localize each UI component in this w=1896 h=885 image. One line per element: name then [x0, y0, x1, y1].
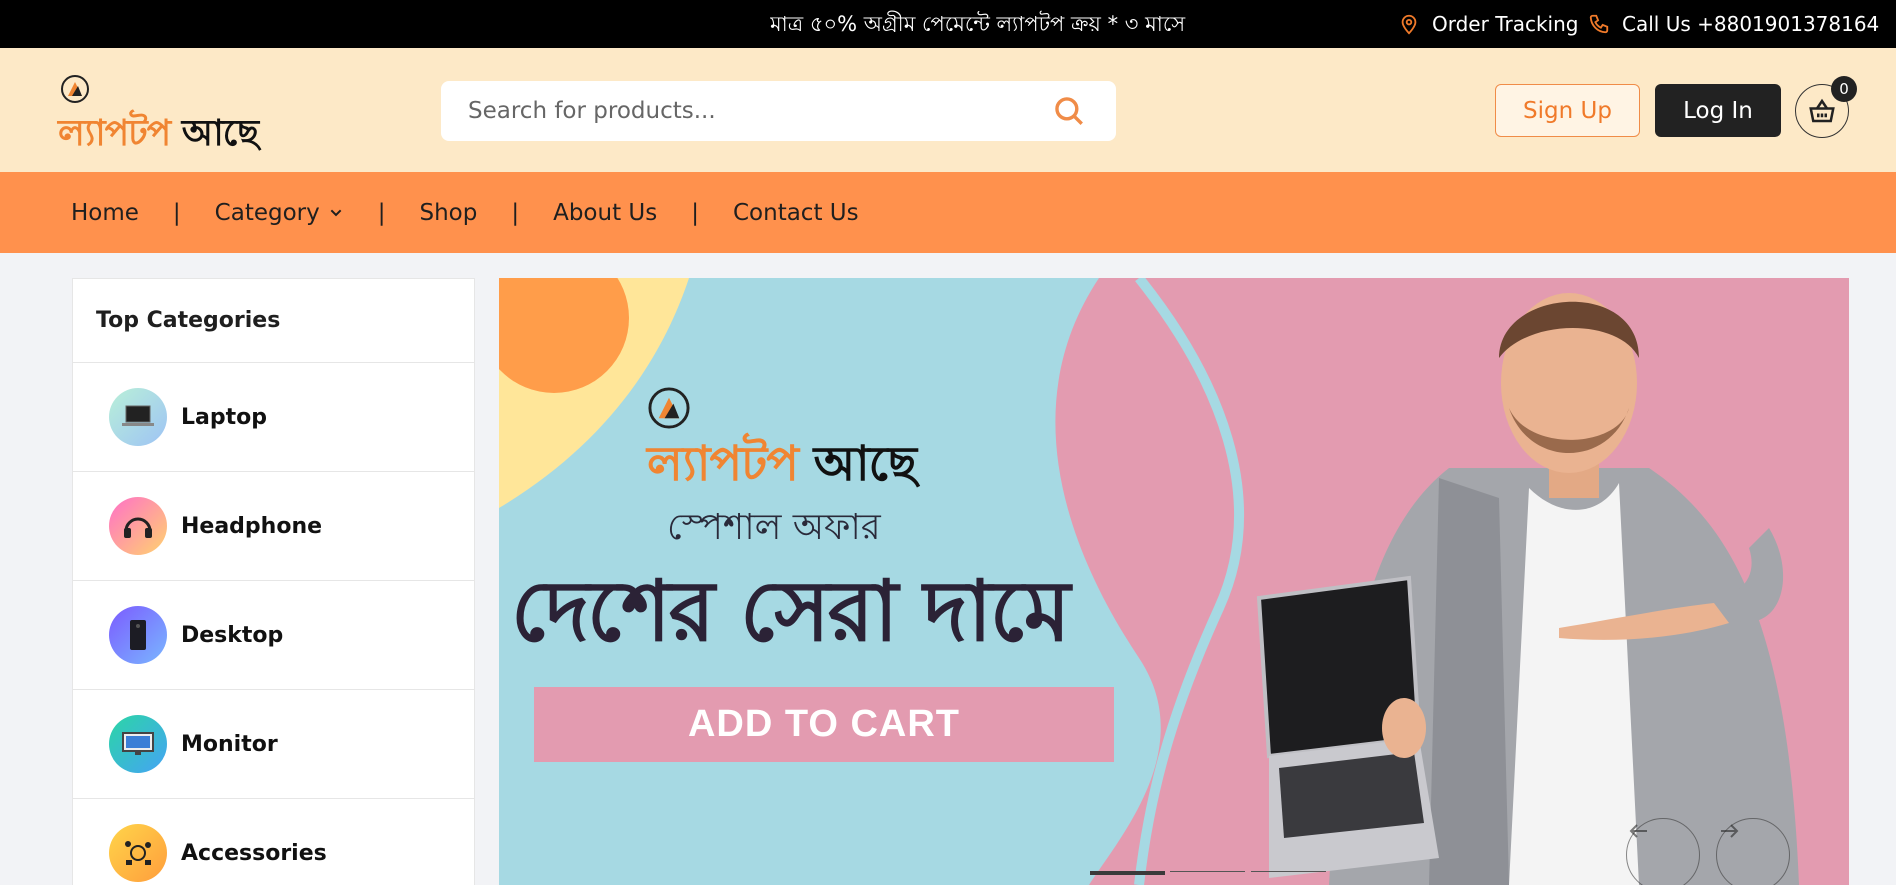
site-logo[interactable]: ল্যাপটপ আছে [58, 74, 328, 154]
arrow-left-icon [1629, 824, 1647, 838]
carousel-dot[interactable] [1170, 871, 1245, 872]
arrow-right-icon [1721, 824, 1739, 838]
nav-item-about-us[interactable]: About Us [553, 200, 657, 226]
category-item-desktop[interactable]: Desktop [73, 581, 474, 690]
nav-separator: | [691, 199, 699, 226]
nav-label: Home [71, 199, 139, 226]
headphone-icon [109, 497, 167, 555]
call-us-label: Call Us +8801901378164 [1622, 12, 1880, 36]
nav-separator: | [172, 199, 181, 226]
nav-item-home[interactable]: Home [71, 200, 139, 226]
category-label: Monitor [181, 731, 278, 757]
desktop-icon [109, 606, 167, 664]
category-item-laptop[interactable]: Laptop [73, 363, 474, 472]
order-tracking-label: Order Tracking [1432, 12, 1579, 36]
nav-label: About Us [553, 199, 658, 226]
location-pin-icon [1401, 14, 1417, 35]
nav-separator: | [377, 199, 386, 226]
category-label: Desktop [181, 622, 284, 648]
cart-count-badge: 0 [1831, 76, 1857, 102]
nav-label: Category [214, 199, 320, 226]
laptop-icon [109, 388, 167, 446]
promo-ticker: মাত্র ৫০% অগ্রীম পেমেন্টে ল্যাপটপ ক্রয় … [770, 12, 1186, 36]
logo-mark-icon [61, 75, 89, 103]
chevron-down-icon [330, 209, 342, 216]
accessories-icon [109, 824, 167, 882]
monitor-icon [109, 715, 167, 773]
category-label: Laptop [181, 404, 267, 430]
category-item-monitor[interactable]: Monitor [73, 690, 474, 799]
search-icon[interactable] [1052, 94, 1086, 128]
phone-icon [1589, 14, 1609, 34]
carousel-dot[interactable] [1251, 871, 1326, 872]
nav-label: Shop [419, 199, 478, 226]
site-header: ল্যাপটপ আছে Sign Up Log In 0 [0, 48, 1896, 172]
order-tracking-link[interactable]: Order Tracking [1398, 0, 1578, 48]
category-item-headphone[interactable]: Headphone [73, 472, 474, 581]
logo-text-part2: আছে [181, 113, 259, 154]
main-nav: Home | Category | Shop | About Us | Cont… [0, 172, 1896, 253]
category-label: Headphone [181, 513, 323, 539]
nav-item-shop[interactable]: Shop [419, 200, 477, 226]
sidebar-title: Top Categories [73, 279, 474, 363]
search-input[interactable] [441, 98, 1041, 124]
search-bar [441, 81, 1116, 141]
carousel-prev-button[interactable] [1626, 818, 1700, 885]
top-bar: মাত্র ৫০% অগ্রীম পেমেন্টে ল্যাপটপ ক্রয় … [0, 0, 1896, 48]
logo-text: ল্যাপটপ আছে [58, 106, 259, 166]
nav-item-contact-us[interactable]: Contact Us [733, 200, 859, 226]
hero-banner: ল্যাপটপ আছে স্পেশাল অফার দেশের সেরা দামে… [499, 278, 1849, 885]
carousel-dot-active[interactable] [1090, 871, 1165, 875]
logo-text-part1: ল্যাপটপ [58, 113, 171, 154]
category-label: Accessories [181, 840, 327, 866]
nav-separator: | [511, 199, 520, 226]
category-item-accessories[interactable]: Accessories [73, 799, 474, 885]
log-in-button[interactable]: Log In [1655, 84, 1781, 137]
sign-up-button[interactable]: Sign Up [1495, 84, 1640, 137]
man-with-laptop-illustration [1256, 293, 1799, 885]
call-us-link[interactable]: Call Us +8801901378164 [1588, 0, 1879, 48]
top-categories-panel: Top Categories Laptop Headphone Desktop … [72, 278, 475, 885]
nav-item-category[interactable]: Category [215, 200, 344, 226]
basket-icon [1809, 98, 1835, 123]
nav-label: Contact Us [732, 199, 859, 226]
carousel-next-button[interactable] [1716, 818, 1790, 885]
